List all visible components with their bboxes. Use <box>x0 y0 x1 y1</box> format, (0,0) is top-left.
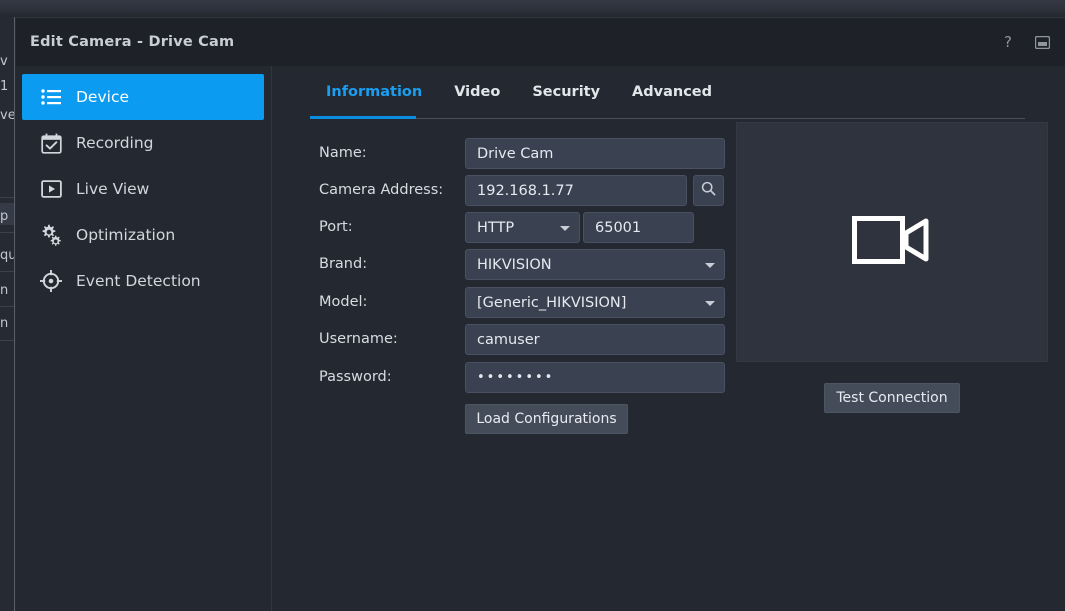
help-icon[interactable]: ? <box>991 25 1025 59</box>
background-text-fragment: p <box>0 210 14 224</box>
sidebar-item-label: Device <box>76 88 129 106</box>
restore-window-icon[interactable] <box>1025 25 1059 59</box>
tab-advanced[interactable]: Advanced <box>616 74 728 112</box>
name-label: Name: <box>319 145 367 161</box>
brand-label: Brand: <box>319 256 367 272</box>
content-panel: Information Video Security Advanced Name… <box>272 66 1065 611</box>
dialog-titlebar[interactable]: Edit Camera - Drive Cam ? <box>16 18 1065 66</box>
camera-preview-panel <box>736 122 1048 362</box>
chevron-down-icon <box>560 226 570 231</box>
tab-video[interactable]: Video <box>438 74 516 112</box>
background-text-fragment: n <box>0 284 14 298</box>
password-input[interactable]: •••••••• <box>465 362 725 393</box>
list-icon <box>38 84 64 110</box>
port-number-value: 65001 <box>595 220 641 236</box>
background-text-fragment: n <box>0 317 14 331</box>
tab-security[interactable]: Security <box>516 74 616 112</box>
background-text-fragment: qu <box>0 249 14 263</box>
password-value: •••••••• <box>477 370 554 385</box>
background-window-edge <box>14 17 15 611</box>
sidebar-item-recording[interactable]: Recording <box>22 120 264 166</box>
sidebar-item-label: Recording <box>76 134 154 152</box>
sidebar-item-event-detection[interactable]: Event Detection <box>22 258 264 304</box>
sidebar-item-label: Live View <box>76 180 149 198</box>
port-label: Port: <box>319 219 353 235</box>
camera-address-input[interactable]: 192.168.1.77 <box>465 175 687 206</box>
camera-address-value: 192.168.1.77 <box>477 183 574 199</box>
password-label: Password: <box>319 369 392 385</box>
help-glyph: ? <box>1004 33 1012 51</box>
dialog-title: Edit Camera - Drive Cam <box>30 34 234 50</box>
model-select[interactable]: [Generic_HIKVISION] <box>465 287 725 318</box>
brand-value: HIKVISION <box>477 257 552 273</box>
background-row-divider <box>0 340 14 341</box>
name-input-value: Drive Cam <box>477 146 553 162</box>
brand-select[interactable]: HIKVISION <box>465 249 725 280</box>
load-configurations-label: Load Configurations <box>476 411 616 427</box>
screen: v 1 ve p qu n n Edit Camera - Drive Cam … <box>0 0 1065 611</box>
chevron-down-icon <box>705 301 715 306</box>
window-controls: ? <box>991 18 1059 66</box>
load-configurations-button[interactable]: Load Configurations <box>465 404 628 434</box>
port-protocol-select[interactable]: HTTP <box>465 212 580 243</box>
background-text-fragment: v <box>0 55 14 69</box>
username-label: Username: <box>319 331 398 347</box>
calendar-check-icon <box>38 130 64 156</box>
sidebar: Device Recording <box>16 66 271 611</box>
camera-address-label: Camera Address: <box>319 182 443 198</box>
sidebar-item-label: Optimization <box>76 226 175 244</box>
port-protocol-value: HTTP <box>477 220 514 236</box>
port-number-input[interactable]: 65001 <box>583 212 694 243</box>
dialog-body: Device Recording <box>16 66 1065 611</box>
gears-icon <box>38 222 64 248</box>
test-connection-label: Test Connection <box>836 390 947 406</box>
model-value: [Generic_HIKVISION] <box>477 295 626 311</box>
tab-bar-rule <box>310 118 1025 119</box>
username-input[interactable]: camuser <box>465 324 725 355</box>
sidebar-item-label: Event Detection <box>76 272 201 290</box>
desktop-top-strip <box>0 0 1065 17</box>
tab-bar: Information Video Security Advanced <box>310 74 728 112</box>
background-row-divider <box>0 197 14 198</box>
background-text-fragment: 1 <box>0 80 14 94</box>
camera-search-button[interactable] <box>693 175 724 206</box>
background-text-fragment: ve <box>0 109 14 123</box>
chevron-down-icon <box>705 263 715 268</box>
name-input[interactable]: Drive Cam <box>465 138 725 169</box>
search-icon <box>701 181 716 200</box>
tab-information[interactable]: Information <box>310 74 438 112</box>
play-box-icon <box>38 176 64 202</box>
edit-camera-dialog: Edit Camera - Drive Cam ? <box>16 17 1065 611</box>
crosshair-icon <box>38 268 64 294</box>
test-connection-button[interactable]: Test Connection <box>824 383 960 413</box>
tab-active-underline <box>310 116 416 119</box>
background-row-divider <box>0 271 14 272</box>
model-label: Model: <box>319 294 367 310</box>
sidebar-item-optimization[interactable]: Optimization <box>22 212 264 258</box>
username-value: camuser <box>477 332 540 348</box>
background-row-divider <box>0 306 14 307</box>
sidebar-item-live-view[interactable]: Live View <box>22 166 264 212</box>
background-row-divider <box>0 232 14 233</box>
sidebar-item-device[interactable]: Device <box>22 74 264 120</box>
video-camera-icon <box>852 211 932 273</box>
